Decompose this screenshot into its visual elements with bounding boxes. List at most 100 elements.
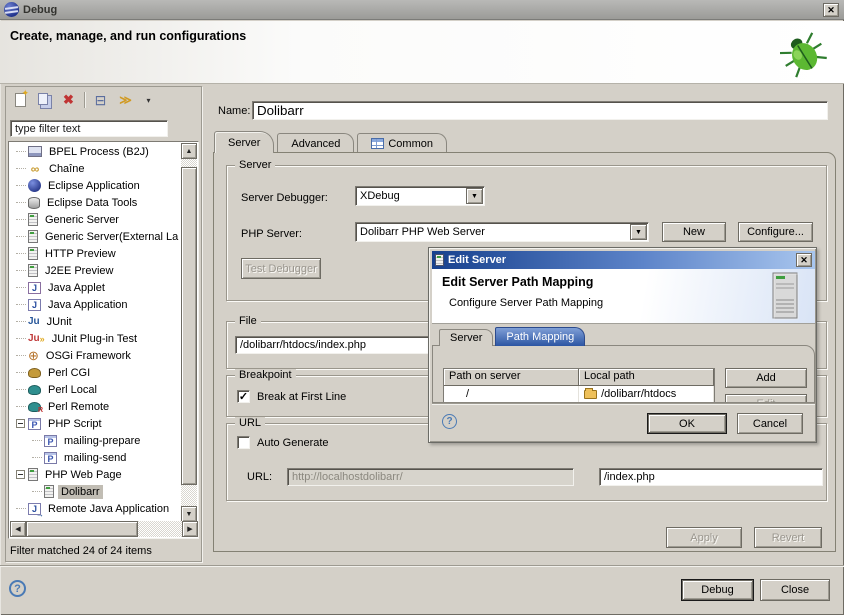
tab-common[interactable]: Common xyxy=(357,133,447,153)
auto-generate-checkbox[interactable] xyxy=(237,436,250,449)
junit-icon xyxy=(28,316,40,327)
tree-horizontal-scrollbar[interactable]: ◀ ▶ xyxy=(10,521,198,537)
delete-configuration-icon[interactable]: ✖ xyxy=(60,92,77,108)
edit-server-tabs: Server Path Mapping xyxy=(439,327,587,346)
close-button[interactable]: Close xyxy=(760,579,830,601)
collapse-expander-icon[interactable] xyxy=(16,470,25,479)
edit-mapping-button[interactable]: Edit xyxy=(725,394,807,403)
server-icon xyxy=(28,468,38,481)
scroll-right-icon[interactable]: ▶ xyxy=(182,521,198,537)
tree-item-junit[interactable]: JUnit xyxy=(10,313,182,330)
duplicate-configuration-icon[interactable] xyxy=(36,92,53,108)
tree-item-dolibarr[interactable]: Dolibarr xyxy=(10,483,182,500)
server-icon xyxy=(28,264,38,277)
apply-button[interactable]: Apply xyxy=(666,527,742,548)
cancel-button[interactable]: Cancel xyxy=(737,413,803,434)
toolbar-separator xyxy=(84,92,85,108)
tab-advanced[interactable]: Advanced xyxy=(277,133,354,153)
window-titlebar[interactable]: Debug xyxy=(0,0,844,20)
local-path-cell[interactable]: /dolibarr/htdocs xyxy=(579,386,714,402)
help-icon[interactable] xyxy=(442,414,457,429)
tab-server[interactable]: Server xyxy=(214,131,274,153)
tree-item-osgi-framework[interactable]: OSGi Framework xyxy=(10,347,182,364)
tree-item-mailing-prepare[interactable]: mailing-prepare xyxy=(10,432,182,449)
server-icon xyxy=(28,247,38,260)
tree-item-remote-java-application[interactable]: Remote Java Application xyxy=(10,500,182,517)
remote-java-icon xyxy=(28,503,41,515)
add-mapping-button[interactable]: Add xyxy=(725,368,807,388)
break-at-first-line-label: Break at First Line xyxy=(257,391,346,403)
php-script-icon xyxy=(44,452,57,464)
sidebar-toolbar: ✖ ⊟ ≫ ▾ xyxy=(6,87,201,113)
tab-server-settings[interactable]: Server xyxy=(439,329,493,346)
server-icon xyxy=(28,230,38,243)
tree-item-j2ee-preview[interactable]: J2EE Preview xyxy=(10,262,182,279)
tree-item-php-script[interactable]: PHP Script xyxy=(10,415,182,432)
tree-vertical-scrollbar[interactable]: ▲ ▼ xyxy=(181,143,197,522)
scroll-left-icon[interactable]: ◀ xyxy=(10,521,26,537)
eclipse-icon xyxy=(4,2,19,17)
tree-item-perl-remote[interactable]: Perl Remote xyxy=(10,398,182,415)
column-header-path-on-server[interactable]: Path on server xyxy=(444,369,579,386)
revert-button[interactable]: Revert xyxy=(754,527,822,548)
collapse-expander-icon[interactable] xyxy=(16,419,25,428)
java-application-icon xyxy=(28,299,41,311)
tree-item-java-applet[interactable]: Java Applet xyxy=(10,279,182,296)
tree-item-bpel-process[interactable]: BPEL Process (B2J) xyxy=(10,143,182,160)
tree-item-http-preview[interactable]: HTTP Preview xyxy=(10,245,182,262)
server-icon xyxy=(435,254,444,266)
filter-icon[interactable]: ≫ xyxy=(116,92,133,108)
scrollbar-thumb[interactable] xyxy=(181,167,197,485)
chevron-down-icon[interactable]: ▾ xyxy=(140,92,157,108)
tree-item-chaine[interactable]: Chaîne xyxy=(10,160,182,177)
window-close-icon[interactable] xyxy=(823,3,839,17)
tree-item-php-web-page[interactable]: PHP Web Page xyxy=(10,466,182,483)
tree-item-perl-cgi[interactable]: Perl CGI xyxy=(10,364,182,381)
edit-server-titlebar[interactable]: Edit Server xyxy=(432,251,815,269)
url-path-input[interactable] xyxy=(599,468,823,486)
path-mapping-table[interactable]: Path on server Local path / /dolibarr/ht… xyxy=(443,368,715,403)
tree-item-junit-plugin-test[interactable]: JUnit Plug-in Test xyxy=(10,330,182,347)
tree-item-perl-local[interactable]: Perl Local xyxy=(10,381,182,398)
name-input[interactable] xyxy=(252,101,828,120)
help-icon[interactable] xyxy=(9,580,26,597)
break-at-first-line-checkbox[interactable] xyxy=(237,390,250,403)
tree-item-eclipse-application[interactable]: Eclipse Application xyxy=(10,177,182,194)
tree-item-java-application[interactable]: Java Application xyxy=(10,296,182,313)
tree-item-generic-server-external[interactable]: Generic Server(External La xyxy=(10,228,182,245)
ok-button[interactable]: OK xyxy=(647,413,727,434)
scroll-down-icon[interactable]: ▼ xyxy=(181,506,197,522)
tree-item-generic-server[interactable]: Generic Server xyxy=(10,211,182,228)
configuration-tabs: Server Advanced Common xyxy=(214,131,450,153)
php-server-select[interactable]: Dolibarr PHP Web Server ▼ xyxy=(355,222,649,242)
test-debugger-button[interactable]: Test Debugger xyxy=(241,258,321,279)
scrollbar-thumb[interactable] xyxy=(26,521,138,537)
scroll-up-icon[interactable]: ▲ xyxy=(181,143,197,159)
camel-icon xyxy=(28,368,41,378)
php-script-icon xyxy=(44,435,57,447)
junit-plugin-icon xyxy=(28,333,45,344)
server-debugger-select[interactable]: XDebug ▼ xyxy=(355,186,485,206)
configure-server-button[interactable]: Configure... xyxy=(738,222,813,242)
tab-path-mapping[interactable]: Path Mapping xyxy=(495,327,585,346)
column-header-local-path[interactable]: Local path xyxy=(579,369,714,386)
table-row[interactable]: / /dolibarr/htdocs xyxy=(444,386,714,402)
configurations-tree: BPEL Process (B2J) Chaîne Eclipse Applic… xyxy=(8,141,199,539)
page-title: Create, manage, and run configurations xyxy=(10,29,246,43)
edit-server-dialog: Edit Server Edit Server Path Mapping Con… xyxy=(428,247,817,443)
chevron-down-icon[interactable]: ▼ xyxy=(630,224,647,240)
collapse-all-icon[interactable]: ⊟ xyxy=(92,92,109,108)
php-server-label: PHP Server: xyxy=(241,228,302,240)
edit-server-title: Edit Server xyxy=(448,254,506,266)
tree-item-mailing-send[interactable]: mailing-send xyxy=(10,449,182,466)
dialog-close-icon[interactable] xyxy=(796,253,812,267)
chevron-down-icon[interactable]: ▼ xyxy=(466,188,483,204)
new-configuration-icon[interactable] xyxy=(12,92,29,108)
debug-button[interactable]: Debug xyxy=(681,579,754,601)
new-server-button[interactable]: New xyxy=(662,222,726,242)
server-debugger-label: Server Debugger: xyxy=(241,192,328,204)
server-tower-icon xyxy=(767,272,803,320)
osgi-framework-icon xyxy=(28,348,39,364)
tree-item-eclipse-data-tools[interactable]: Eclipse Data Tools xyxy=(10,194,182,211)
filter-input[interactable] xyxy=(10,120,168,137)
